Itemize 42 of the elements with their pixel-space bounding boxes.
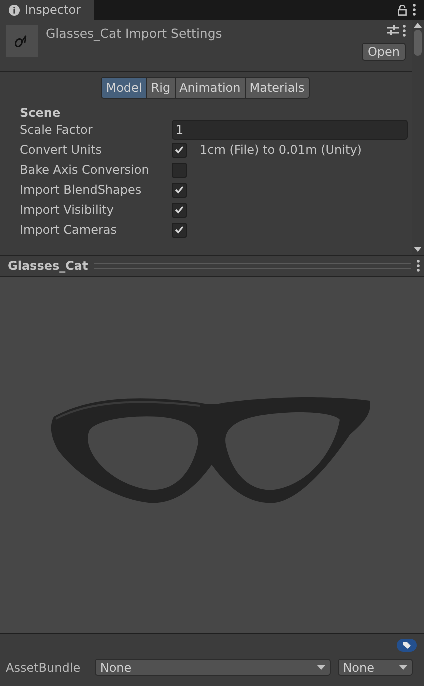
field-label: Convert Units — [20, 143, 103, 157]
open-button[interactable]: Open — [362, 43, 406, 61]
assetbundle-label: AssetBundle — [6, 660, 82, 674]
scroll-down-icon[interactable] — [414, 247, 422, 252]
checkbox[interactable] — [172, 202, 187, 218]
tab[interactable]: Model — [101, 77, 148, 99]
field-label: Scale Factor — [20, 123, 94, 137]
preview-title: Glasses_Cat — [8, 259, 88, 273]
lock-icon[interactable] — [398, 4, 407, 16]
more-icon[interactable] — [417, 260, 420, 272]
bundle-dropdown[interactable]: None — [95, 659, 332, 676]
checkmark-icon — [175, 226, 184, 234]
tab[interactable]: Materials — [244, 77, 310, 99]
checkbox[interactable] — [172, 222, 187, 238]
field-label: Import Cameras — [20, 223, 118, 237]
checkbox[interactable] — [172, 182, 187, 198]
field-label: Bake Axis Conversion — [20, 163, 150, 177]
checkmark-icon — [175, 146, 184, 154]
units-note: 1cm (File) to 0.01m (Unity) — [200, 143, 362, 157]
field-label: Import Visibility — [20, 203, 115, 217]
section-heading: Scene — [20, 106, 62, 120]
import-settings-title: Glasses_Cat Import Settings — [46, 25, 224, 43]
sliders-icon[interactable] — [387, 25, 399, 36]
checkmark-icon — [175, 186, 184, 194]
checkmark-icon — [175, 206, 184, 214]
caret-icon — [317, 665, 326, 670]
tag-icon[interactable] — [397, 639, 417, 652]
tab[interactable]: Animation — [174, 77, 246, 99]
checkbox[interactable] — [172, 142, 187, 158]
variant-dropdown[interactable]: None — [338, 659, 414, 676]
scroll-thumb[interactable] — [414, 30, 422, 56]
info-icon — [9, 4, 20, 16]
scrollbar[interactable] — [412, 20, 424, 255]
more-icon[interactable] — [403, 25, 406, 37]
menu-icon[interactable] — [413, 4, 416, 16]
field-label: Import BlendShapes — [20, 183, 143, 197]
tab[interactable]: Rig — [146, 77, 176, 99]
scale-factor-field[interactable]: 1 — [172, 120, 408, 140]
inspector-tab[interactable]: Inspector — [0, 0, 94, 20]
checkbox[interactable] — [172, 162, 187, 178]
caret-icon — [399, 665, 408, 670]
scroll-up-icon[interactable] — [414, 23, 422, 28]
